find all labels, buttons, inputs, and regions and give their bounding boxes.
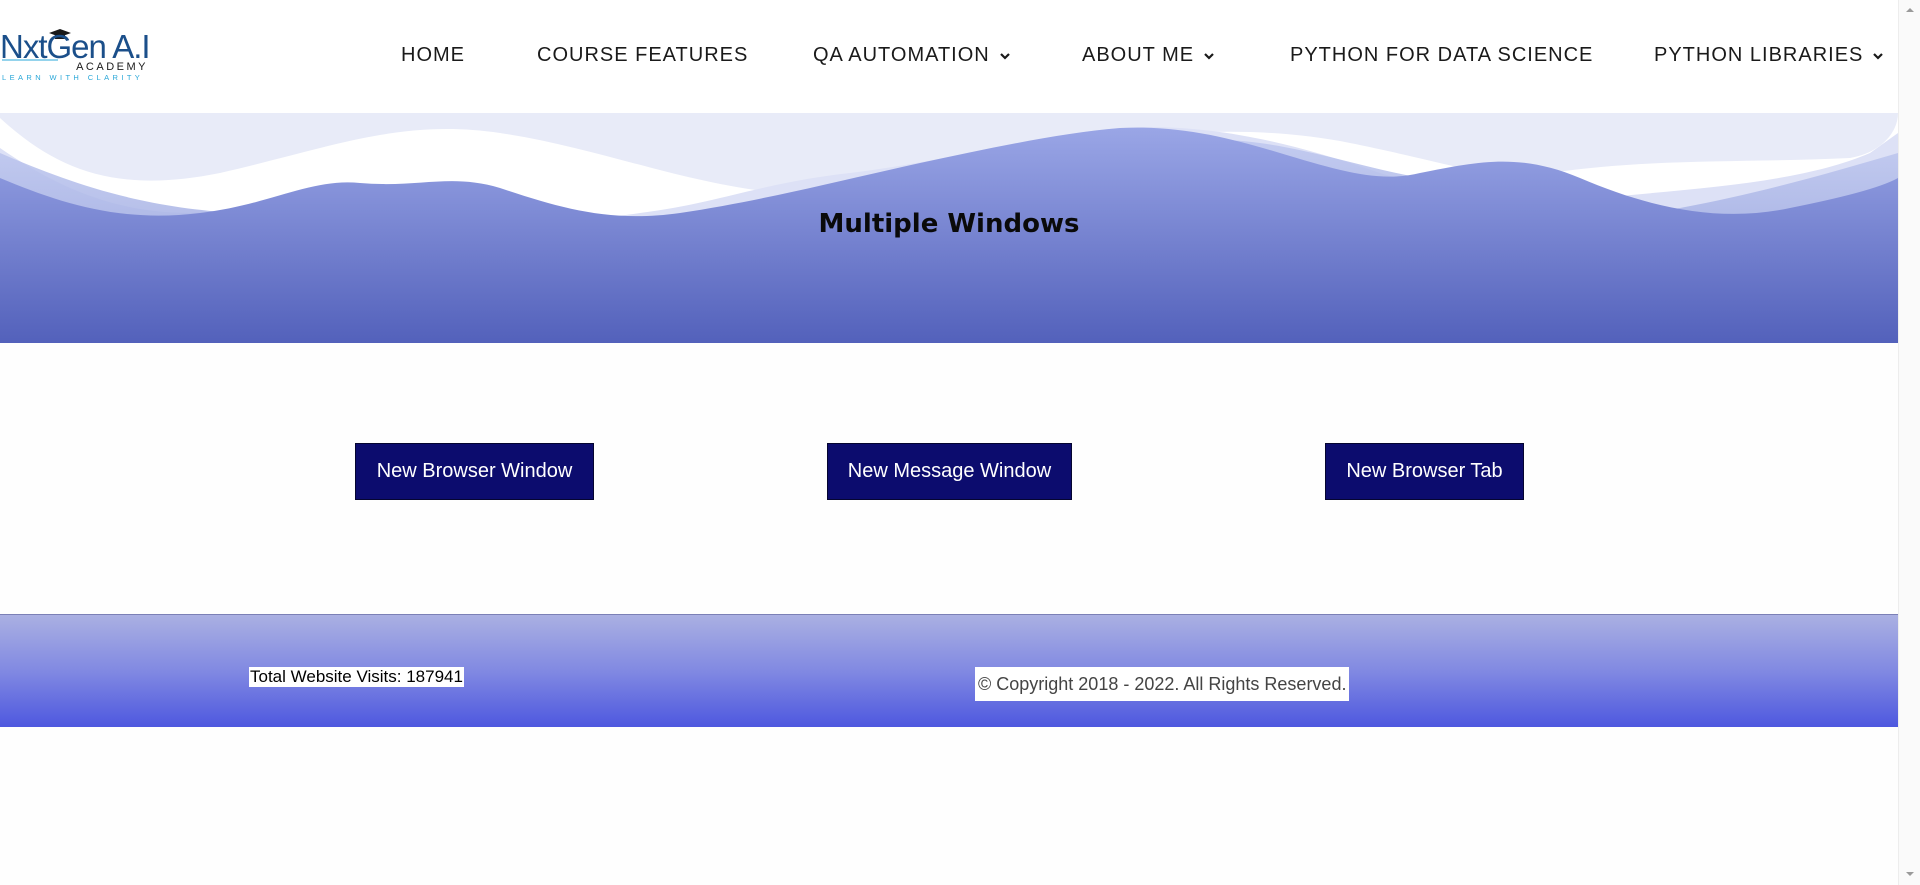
nav-python-libraries-label: PYTHON LIBRARIES [1654, 44, 1864, 66]
nav-python-libraries[interactable]: PYTHON LIBRARIES [1654, 44, 1884, 67]
new-browser-tab-button[interactable]: New Browser Tab [1325, 443, 1524, 500]
chevron-down-icon [1872, 50, 1884, 62]
nav-about-me-label: ABOUT ME [1082, 44, 1195, 66]
site-footer: Total Website Visits: 187941 © Copyright… [0, 614, 1898, 727]
nav-qa-automation[interactable]: QA AUTOMATION [813, 44, 1011, 67]
new-message-window-button[interactable]: New Message Window [827, 443, 1072, 500]
scroll-up-arrow-icon[interactable] [1905, 5, 1915, 15]
logo-tagline: LEARN WITH CLARITY [2, 73, 143, 82]
page-title: Multiple Windows [818, 209, 1080, 239]
logo-subtext: ACADEMY [76, 61, 148, 73]
vertical-scrollbar[interactable] [1898, 0, 1920, 885]
chevron-down-icon [1203, 50, 1215, 62]
nav-home[interactable]: HOME [401, 44, 465, 67]
page-banner: Multiple Windows [0, 113, 1898, 343]
nav-python-data-science[interactable]: PYTHON FOR DATA SCIENCE [1290, 44, 1593, 67]
logo-graphic: NxtGen A.I ACADEMY LEARN WITH CLARITY [0, 28, 150, 82]
logo-wordmark: NxtGen A.I [0, 28, 150, 65]
nav-about-me[interactable]: ABOUT ME [1082, 44, 1215, 67]
nav-qa-automation-label: QA AUTOMATION [813, 44, 990, 66]
page: NxtGen A.I ACADEMY LEARN WITH CLARITY HO… [0, 0, 1898, 885]
visit-counter: Total Website Visits: 187941 [249, 667, 464, 687]
nav-course-features-label: COURSE FEATURES [537, 44, 749, 66]
copyright-notice: © Copyright 2018 - 2022. All Rights Rese… [975, 667, 1350, 701]
nav-home-label: HOME [401, 44, 465, 66]
chevron-down-icon [999, 50, 1011, 62]
scroll-down-arrow-icon[interactable] [1905, 869, 1915, 879]
site-header: NxtGen A.I ACADEMY LEARN WITH CLARITY HO… [0, 0, 1898, 114]
new-browser-window-button[interactable]: New Browser Window [355, 443, 594, 500]
nav-python-data-science-label: PYTHON FOR DATA SCIENCE [1290, 44, 1594, 66]
nav-course-features[interactable]: COURSE FEATURES [537, 44, 748, 67]
site-logo[interactable]: NxtGen A.I ACADEMY LEARN WITH CLARITY [0, 28, 150, 84]
